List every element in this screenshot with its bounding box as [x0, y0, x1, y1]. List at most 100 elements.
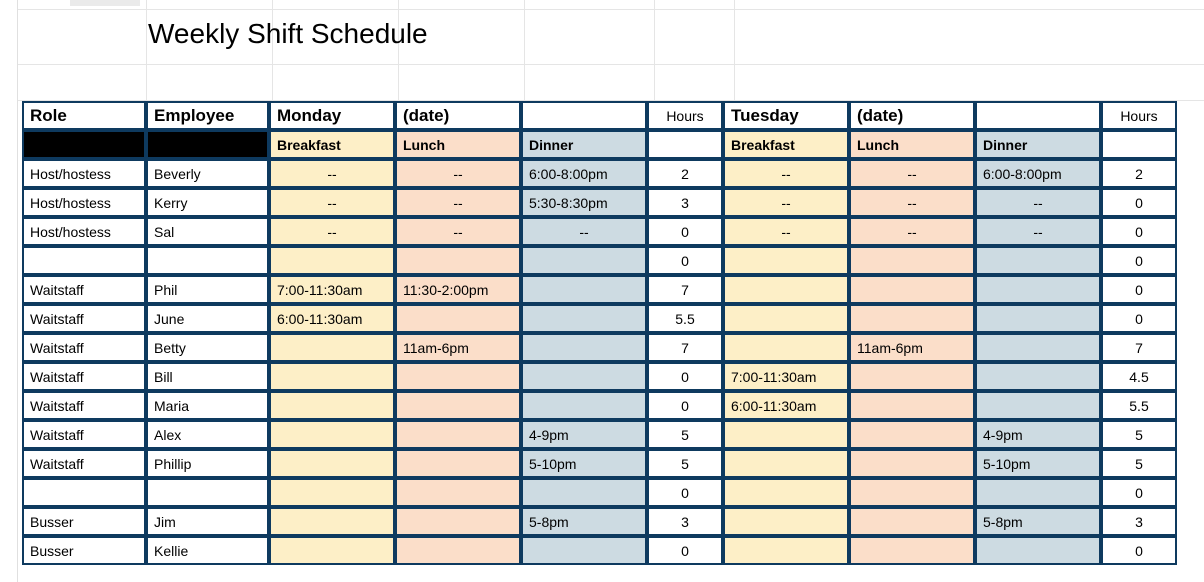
cell-mon-hours[interactable]: 0 [647, 391, 723, 420]
hours-cell[interactable] [1101, 130, 1177, 159]
cell-employee[interactable]: June [146, 304, 269, 333]
cell-role[interactable]: Busser [22, 507, 146, 536]
cell-mon-lunch[interactable] [395, 536, 521, 565]
cell-tue-hours[interactable]: 0 [1101, 246, 1177, 275]
cell-role[interactable]: Busser [22, 536, 146, 565]
cell-mon-hours[interactable]: 7 [647, 333, 723, 362]
cell-tue-lunch[interactable] [849, 246, 975, 275]
cell-tue-dinner[interactable] [975, 391, 1101, 420]
cell-mon-hours[interactable]: 7 [647, 275, 723, 304]
cell-tue-dinner[interactable]: 6:00-8:00pm [975, 159, 1101, 188]
cell-mon-breakfast[interactable] [269, 391, 395, 420]
cell-mon-lunch[interactable] [395, 507, 521, 536]
cell-tue-breakfast[interactable] [723, 304, 849, 333]
col-role[interactable]: Role [22, 101, 146, 130]
cell-tue-dinner[interactable] [975, 362, 1101, 391]
cell-mon-hours[interactable]: 0 [647, 478, 723, 507]
cell-tue-breakfast[interactable] [723, 333, 849, 362]
cell-mon-lunch[interactable] [395, 449, 521, 478]
cell-tue-dinner[interactable] [975, 333, 1101, 362]
cell-mon-breakfast[interactable] [269, 362, 395, 391]
cell-tue-lunch[interactable]: -- [849, 159, 975, 188]
cell-tue-breakfast[interactable] [723, 275, 849, 304]
cell-mon-lunch[interactable] [395, 420, 521, 449]
black-cell[interactable] [146, 130, 269, 159]
cell-mon-lunch[interactable] [395, 246, 521, 275]
cell-tue-breakfast[interactable] [723, 507, 849, 536]
cell-role[interactable]: Waitstaff [22, 333, 146, 362]
col-tuesday[interactable]: Tuesday [723, 101, 849, 130]
cell-tue-breakfast[interactable]: -- [723, 159, 849, 188]
cell-employee[interactable]: Phil [146, 275, 269, 304]
cell-tue-hours[interactable]: 5 [1101, 449, 1177, 478]
cell-tue-lunch[interactable]: -- [849, 188, 975, 217]
meal-breakfast[interactable]: Breakfast [723, 130, 849, 159]
cell-mon-breakfast[interactable] [269, 507, 395, 536]
cell-employee[interactable]: Alex [146, 420, 269, 449]
cell-mon-hours[interactable]: 5.5 [647, 304, 723, 333]
meal-lunch[interactable]: Lunch [395, 130, 521, 159]
cell-mon-breakfast[interactable]: 7:00-11:30am [269, 275, 395, 304]
cell-tue-breakfast[interactable] [723, 449, 849, 478]
cell-role[interactable]: Waitstaff [22, 449, 146, 478]
cell-mon-dinner[interactable]: 6:00-8:00pm [521, 159, 647, 188]
cell-employee[interactable] [146, 246, 269, 275]
cell-role[interactable]: Waitstaff [22, 304, 146, 333]
cell-mon-hours[interactable]: 0 [647, 217, 723, 246]
cell-mon-dinner[interactable] [521, 478, 647, 507]
cell-mon-dinner[interactable] [521, 536, 647, 565]
cell-employee[interactable]: Kerry [146, 188, 269, 217]
cell-employee[interactable] [146, 478, 269, 507]
cell-employee[interactable]: Jim [146, 507, 269, 536]
cell-employee[interactable]: Maria [146, 391, 269, 420]
cell-tue-hours[interactable]: 4.5 [1101, 362, 1177, 391]
cell-tue-dinner[interactable] [975, 478, 1101, 507]
cell-mon-lunch[interactable]: -- [395, 188, 521, 217]
cell-mon-hours[interactable]: 0 [647, 536, 723, 565]
cell-tue-breakfast[interactable]: 7:00-11:30am [723, 362, 849, 391]
cell-tue-hours[interactable]: 0 [1101, 217, 1177, 246]
cell-role[interactable]: Waitstaff [22, 420, 146, 449]
cell-mon-lunch[interactable] [395, 362, 521, 391]
cell-tue-hours[interactable]: 3 [1101, 507, 1177, 536]
cell-tue-dinner[interactable]: 5-8pm [975, 507, 1101, 536]
cell-tue-hours[interactable]: 0 [1101, 536, 1177, 565]
cell-role[interactable]: Waitstaff [22, 275, 146, 304]
cell-role[interactable]: Waitstaff [22, 362, 146, 391]
cell-tue-breakfast[interactable] [723, 536, 849, 565]
cell-mon-dinner[interactable] [521, 333, 647, 362]
cell-tue-breakfast[interactable]: -- [723, 217, 849, 246]
cell-tue-breakfast[interactable] [723, 246, 849, 275]
cell-mon-lunch[interactable] [395, 391, 521, 420]
cell-tue-dinner[interactable] [975, 304, 1101, 333]
cell-mon-lunch[interactable]: -- [395, 159, 521, 188]
col-tue-hours[interactable]: Hours [1101, 101, 1177, 130]
cell-mon-lunch[interactable] [395, 304, 521, 333]
cell-tue-lunch[interactable] [849, 362, 975, 391]
cell-tue-lunch[interactable] [849, 304, 975, 333]
col-mon-blank[interactable] [521, 101, 647, 130]
cell-tue-lunch[interactable]: -- [849, 217, 975, 246]
cell-tue-lunch[interactable] [849, 275, 975, 304]
cell-mon-lunch[interactable] [395, 478, 521, 507]
cell-mon-lunch[interactable]: -- [395, 217, 521, 246]
cell-mon-dinner[interactable] [521, 304, 647, 333]
cell-mon-breakfast[interactable]: -- [269, 217, 395, 246]
cell-tue-breakfast[interactable] [723, 478, 849, 507]
meal-dinner[interactable]: Dinner [521, 130, 647, 159]
cell-tue-dinner[interactable] [975, 275, 1101, 304]
cell-role[interactable] [22, 478, 146, 507]
cell-mon-hours[interactable]: 3 [647, 507, 723, 536]
cell-tue-lunch[interactable] [849, 449, 975, 478]
col-tue-blank[interactable] [975, 101, 1101, 130]
cell-tue-lunch[interactable]: 11am-6pm [849, 333, 975, 362]
schedule-table[interactable]: Role Employee Monday (date) Hours Tuesda… [22, 101, 1177, 565]
cell-tue-dinner[interactable] [975, 246, 1101, 275]
cell-mon-breakfast[interactable] [269, 333, 395, 362]
cell-tue-dinner[interactable]: 5-10pm [975, 449, 1101, 478]
cell-tue-dinner[interactable]: -- [975, 188, 1101, 217]
cell-tue-dinner[interactable]: 4-9pm [975, 420, 1101, 449]
cell-mon-dinner[interactable]: -- [521, 217, 647, 246]
cell-mon-hours[interactable]: 3 [647, 188, 723, 217]
black-cell[interactable] [22, 130, 146, 159]
